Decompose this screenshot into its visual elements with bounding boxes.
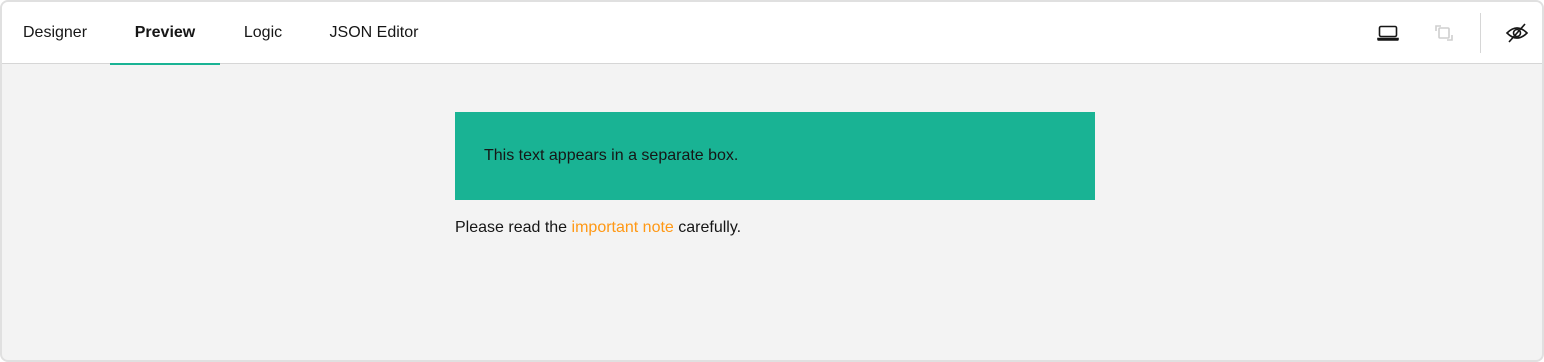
tab-json-editor[interactable]: JSON Editor	[306, 2, 442, 64]
tab-designer[interactable]: Designer	[2, 2, 108, 64]
survey-creator-window: Designer Preview Logic JSON Editor This …	[0, 0, 1544, 362]
toggle-invisible-elements-button[interactable]	[1497, 2, 1537, 64]
tab-bar: Designer Preview Logic JSON Editor	[2, 2, 1542, 65]
orientation-icon	[1433, 23, 1455, 43]
note-paragraph: Please read the important note carefully…	[455, 219, 741, 237]
device-select-button[interactable]	[1368, 2, 1408, 64]
note-suffix: carefully.	[673, 219, 742, 236]
tab-logic[interactable]: Logic	[222, 2, 304, 64]
change-orientation-button[interactable]	[1424, 2, 1464, 64]
tab-preview[interactable]: Preview	[110, 2, 220, 65]
eye-off-icon	[1505, 22, 1529, 44]
laptop-icon	[1377, 24, 1399, 42]
important-note-link[interactable]: important note	[572, 219, 674, 236]
note-prefix: Please read the	[455, 219, 572, 236]
panel-text: This text appears in a separate box.	[484, 147, 739, 164]
html-panel-box: This text appears in a separate box.	[455, 112, 1095, 200]
toolbar-divider	[1480, 13, 1481, 53]
